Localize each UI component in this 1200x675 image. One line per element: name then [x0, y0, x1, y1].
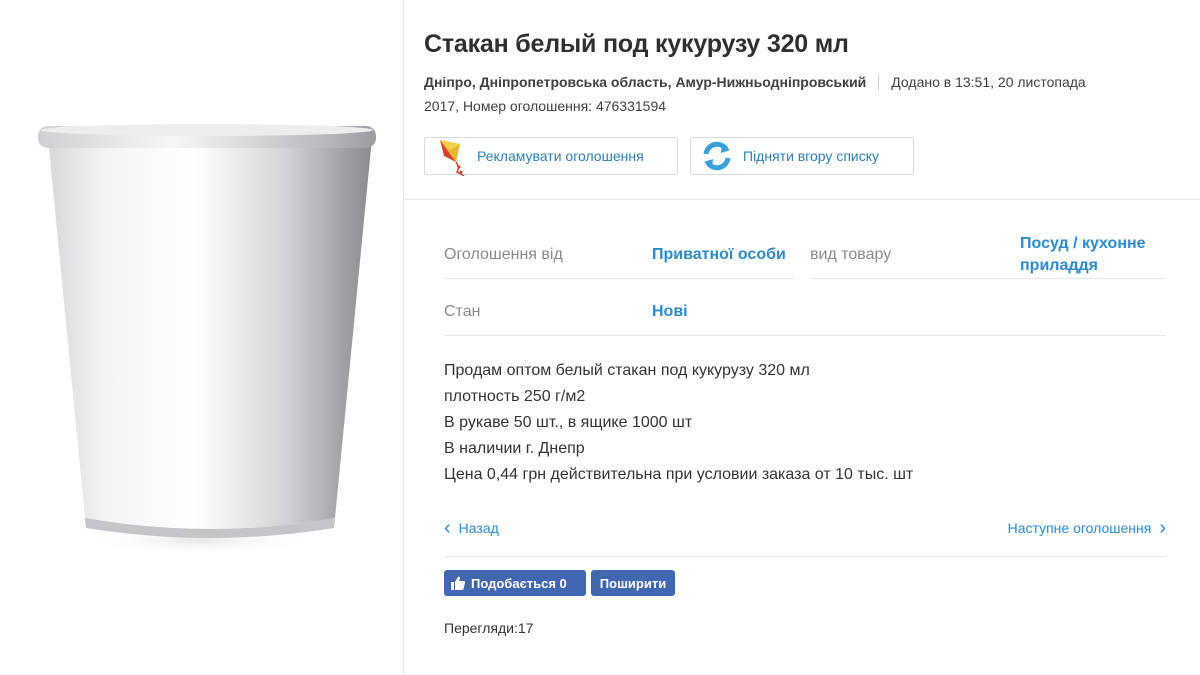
facebook-share-button[interactable]: Поширити — [591, 570, 675, 596]
facebook-like-label: Подобається 0 — [471, 575, 567, 591]
next-listing-link[interactable]: Наступне оголошення › — [1008, 518, 1166, 538]
description-line: плотность 250 г/м2 — [444, 388, 586, 405]
paper-cup-image — [38, 124, 376, 556]
param-from-label: Оголошення від — [444, 246, 563, 263]
listing-navigation: ‹ Назад Наступне оголошення › — [444, 518, 1166, 544]
description-line: В наличии г. Днепр — [444, 440, 585, 457]
previous-listing-link[interactable]: ‹ Назад — [444, 518, 499, 538]
listing-added-year: 2017, — [424, 98, 460, 114]
refresh-arrows-icon — [699, 138, 735, 174]
description-line: Продам оптом белый стакан под кукурузу 3… — [444, 362, 810, 379]
listing-added-date: Додано в 13:51, 20 листопада — [891, 74, 1086, 90]
listing-title: Стакан белый под кукурузу 320 мл — [424, 30, 849, 58]
param-divider — [810, 278, 1166, 279]
param-from-value[interactable]: Приватної особи — [652, 244, 786, 266]
kite-icon — [433, 138, 469, 176]
listing-location[interactable]: Дніпро, Дніпропетровська область, Амур-Н… — [424, 74, 866, 90]
raise-listing-button[interactable]: Підняти вгору списку — [690, 137, 914, 175]
listing-header: Стакан белый под кукурузу 320 мл Дніпро,… — [404, 0, 1200, 200]
param-divider — [444, 278, 794, 279]
thumbs-up-icon — [451, 576, 465, 590]
raise-listing-label: Підняти вгору списку — [743, 148, 880, 164]
listing-id: Номер оголошення: 476331594 — [462, 98, 667, 114]
facebook-share-label: Поширити — [599, 575, 667, 591]
param-condition-value[interactable]: Нові — [652, 301, 688, 323]
listing-meta: Дніпро, Дніпропетровська область, Амур-Н… — [424, 70, 1184, 118]
chevron-right-icon: › — [1159, 517, 1166, 539]
chevron-left-icon: ‹ — [444, 517, 451, 539]
promote-listing-button[interactable]: Рекламувати оголошення — [424, 137, 678, 176]
view-count: Перегляди:17 — [444, 620, 534, 636]
description-line: Цена 0,44 грн действительна при условии … — [444, 466, 914, 483]
nav-divider — [444, 556, 1166, 557]
param-type-value[interactable]: Посуд / кухонне приладдя — [1020, 233, 1170, 277]
param-condition-label: Стан — [444, 303, 481, 320]
listing-details: Стакан белый под кукурузу 320 мл Дніпро,… — [403, 0, 1200, 675]
next-listing-label: Наступне оголошення — [1007, 520, 1152, 536]
previous-listing-label: Назад — [458, 520, 499, 536]
param-type-label: вид товару — [810, 246, 892, 263]
param-divider — [444, 335, 1166, 336]
listing-description: Продам оптом белый стакан под кукурузу 3… — [444, 358, 1164, 488]
product-image[interactable] — [0, 0, 400, 675]
facebook-like-button[interactable]: Подобається 0 — [444, 570, 586, 596]
promote-listing-label: Рекламувати оголошення — [477, 148, 644, 164]
description-line: В рукаве 50 шт., в ящике 1000 шт — [444, 414, 693, 431]
meta-divider — [878, 74, 880, 90]
